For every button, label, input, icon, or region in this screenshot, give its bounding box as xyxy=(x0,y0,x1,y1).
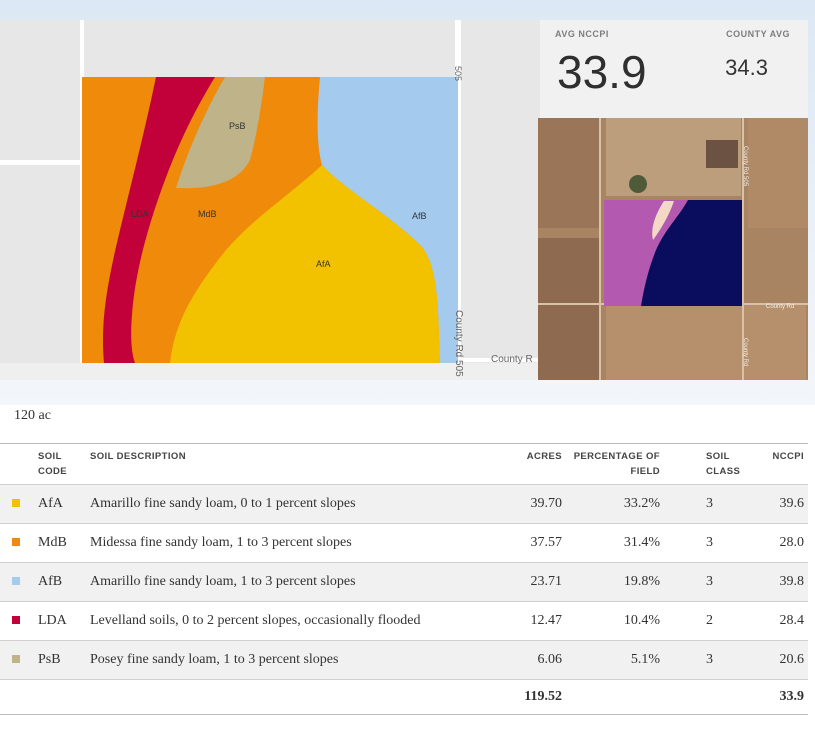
totals-row: 119.52 33.9 xyxy=(0,679,808,715)
swatch-lda xyxy=(12,616,20,624)
soil-description: Amarillo fine sandy loam, 0 to 1 percent… xyxy=(86,484,508,524)
soil-class-header-line1: SOIL xyxy=(706,451,730,462)
table-row[interactable]: MdB Midessa fine sandy loam, 1 to 3 perc… xyxy=(0,523,808,563)
soil-description-header: SOIL DESCRIPTION xyxy=(90,451,186,462)
soil-class-value: 3 xyxy=(664,562,750,602)
road-west-horizontal xyxy=(0,160,84,165)
road-label-bottom-right: County R xyxy=(491,354,533,365)
soil-class-value: 3 xyxy=(664,640,750,680)
percentage-value: 31.4% xyxy=(566,523,664,563)
total-nccpi: 33.9 xyxy=(750,679,808,715)
map-label-lda: LDA xyxy=(131,209,149,219)
soil-code: PsB xyxy=(34,640,86,680)
percentage-value: 10.4% xyxy=(566,601,664,641)
soil-code-header: SOIL CODE xyxy=(34,444,86,485)
soil-class-value: 3 xyxy=(664,484,750,524)
soil-code-header-line2: CODE xyxy=(38,466,68,477)
satellite-farmstead xyxy=(706,140,738,168)
percentage-header-line2: FIELD xyxy=(630,466,660,477)
avg-nccpi-label: AVG NCCPI xyxy=(555,29,609,39)
soil-description: Midessa fine sandy loam, 1 to 3 percent … xyxy=(86,523,508,563)
percentage-header-line1: PERCENTAGE OF xyxy=(573,451,660,462)
nccpi-header: NCCPI xyxy=(772,451,804,462)
satellite-field-sw xyxy=(538,238,600,380)
sat-road-label-2: County Rd xyxy=(766,304,794,310)
soil-description: Levelland soils, 0 to 2 percent slopes, … xyxy=(86,601,508,641)
field-acreage: 120 ac xyxy=(14,408,51,423)
acres-value: 39.70 xyxy=(508,484,566,524)
nccpi-value: 28.4 xyxy=(750,601,808,641)
county-avg-value: 34.3 xyxy=(725,55,768,80)
percentage-header: PERCENTAGE OF FIELD xyxy=(566,444,664,485)
satellite-field-nw xyxy=(538,118,600,228)
swatch-afb xyxy=(12,577,20,585)
map-label-afa: AfA xyxy=(316,259,331,269)
avg-nccpi-value: 33.9 xyxy=(557,46,647,98)
acres-value: 12.47 xyxy=(508,601,566,641)
total-acres: 119.52 xyxy=(508,679,566,715)
percentage-value: 19.8% xyxy=(566,562,664,602)
soil-description: Posey fine sandy loam, 1 to 3 percent sl… xyxy=(86,640,508,680)
map-label-mdb: MdB xyxy=(198,209,217,219)
swatch-mdb xyxy=(12,538,20,546)
soil-table: SOIL CODE SOIL DESCRIPTION ACRES PERCENT… xyxy=(0,443,808,715)
swatch-afa xyxy=(12,499,20,507)
nccpi-value: 20.6 xyxy=(750,640,808,680)
soil-table-header: SOIL CODE SOIL DESCRIPTION ACRES PERCENT… xyxy=(0,444,808,485)
soil-class-value: 3 xyxy=(664,523,750,563)
satellite-field-ne xyxy=(748,118,808,228)
soil-code: AfB xyxy=(34,562,86,602)
soil-code: AfA xyxy=(34,484,86,524)
soil-code-header-line1: SOIL xyxy=(38,451,62,462)
sat-road-label-3: County Rd xyxy=(742,338,748,366)
nccpi-stats-panel: AVG NCCPI COUNTY AVG 33.9 34.3 xyxy=(540,20,808,120)
soil-map[interactable]: PsB LDA MdB AfB AfA 505 County Rd 505 Co… xyxy=(0,20,540,380)
sat-road-label-1: County Rd 505 xyxy=(742,146,748,187)
soil-description: Amarillo fine sandy loam, 1 to 3 percent… xyxy=(86,562,508,602)
county-avg-label: COUNTY AVG xyxy=(726,29,790,39)
map-label-psb: PsB xyxy=(229,121,246,131)
road-label-right: County Rd 505 xyxy=(453,310,464,377)
acres-value: 6.06 xyxy=(508,640,566,680)
nccpi-value: 28.0 xyxy=(750,523,808,563)
road-label-top-right: 505 xyxy=(453,66,463,81)
soil-class-header: SOIL CLASS xyxy=(664,444,750,485)
swatch-psb xyxy=(12,655,20,663)
soil-class-value: 2 xyxy=(664,601,750,641)
soil-class-header-line2: CLASS xyxy=(706,466,741,477)
table-row[interactable]: AfA Amarillo fine sandy loam, 0 to 1 per… xyxy=(0,484,808,524)
acres-value: 23.71 xyxy=(508,562,566,602)
nccpi-value: 39.8 xyxy=(750,562,808,602)
acres-header: ACRES xyxy=(526,451,562,462)
soil-code: MdB xyxy=(34,523,86,563)
percentage-value: 33.2% xyxy=(566,484,664,524)
soil-code: LDA xyxy=(34,601,86,641)
satellite-field-s xyxy=(606,303,806,380)
percentage-value: 5.1% xyxy=(566,640,664,680)
acres-value: 37.57 xyxy=(508,523,566,563)
table-row[interactable]: AfB Amarillo fine sandy loam, 1 to 3 per… xyxy=(0,562,808,602)
satellite-tree xyxy=(629,175,647,193)
nccpi-value: 39.6 xyxy=(750,484,808,524)
table-row[interactable]: LDA Levelland soils, 0 to 2 percent slop… xyxy=(0,601,808,641)
satellite-map[interactable]: County Rd 505 County Rd County Rd xyxy=(538,118,808,380)
swatch-header xyxy=(0,444,34,485)
table-row[interactable]: PsB Posey fine sandy loam, 1 to 3 percen… xyxy=(0,640,808,680)
map-label-afb: AfB xyxy=(412,211,427,221)
